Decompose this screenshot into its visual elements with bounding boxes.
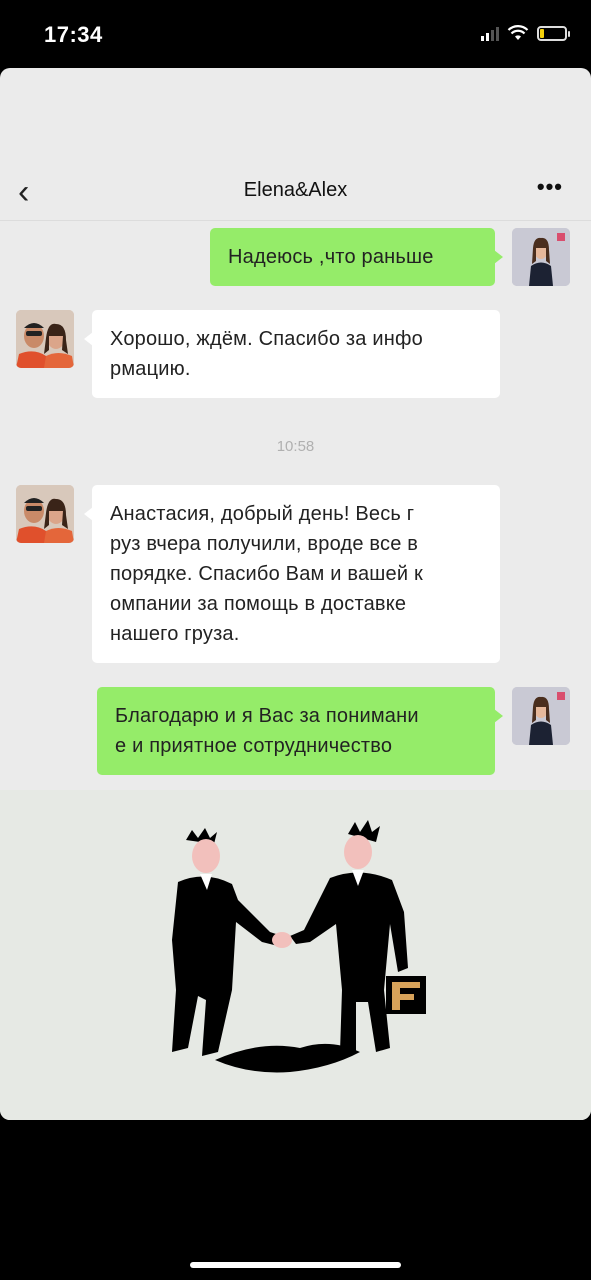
wifi-icon xyxy=(507,25,529,40)
more-button[interactable]: ••• xyxy=(537,174,563,200)
nav-bar: ‹ Elena&Alex ••• xyxy=(0,164,591,221)
handshake-sticker[interactable] xyxy=(0,790,591,1120)
home-indicator[interactable] xyxy=(190,1262,401,1268)
signal-icon xyxy=(481,25,499,41)
handshake-icon xyxy=(172,820,426,1073)
status-bar: 17:34 xyxy=(0,0,591,68)
message-bubble-incoming[interactable]: Анастасия, добрый день! Весь г руз вчера… xyxy=(84,485,500,663)
avatar[interactable] xyxy=(512,687,570,745)
status-time: 17:34 xyxy=(44,22,103,47)
message-bubble-incoming[interactable]: Хорошо, ждём. Спасибо за инфо рмацию. xyxy=(84,310,500,398)
avatar[interactable] xyxy=(16,485,74,543)
battery-icon xyxy=(537,25,570,41)
avatar[interactable] xyxy=(16,310,74,368)
message-timestamp: 10:58 xyxy=(276,438,315,455)
chat-screen: ‹ Elena&Alex ••• Надеюсь ,что раньше Хор… xyxy=(0,68,591,1120)
avatar[interactable] xyxy=(512,228,570,286)
message-bubble-outgoing[interactable]: Благодарю и я Вас за понимани е и приятн… xyxy=(97,687,503,775)
message-bubble-outgoing[interactable]: Надеюсь ,что раньше xyxy=(210,228,503,286)
status-icons xyxy=(481,25,570,41)
chat-title: Elena&Alex xyxy=(243,179,348,201)
